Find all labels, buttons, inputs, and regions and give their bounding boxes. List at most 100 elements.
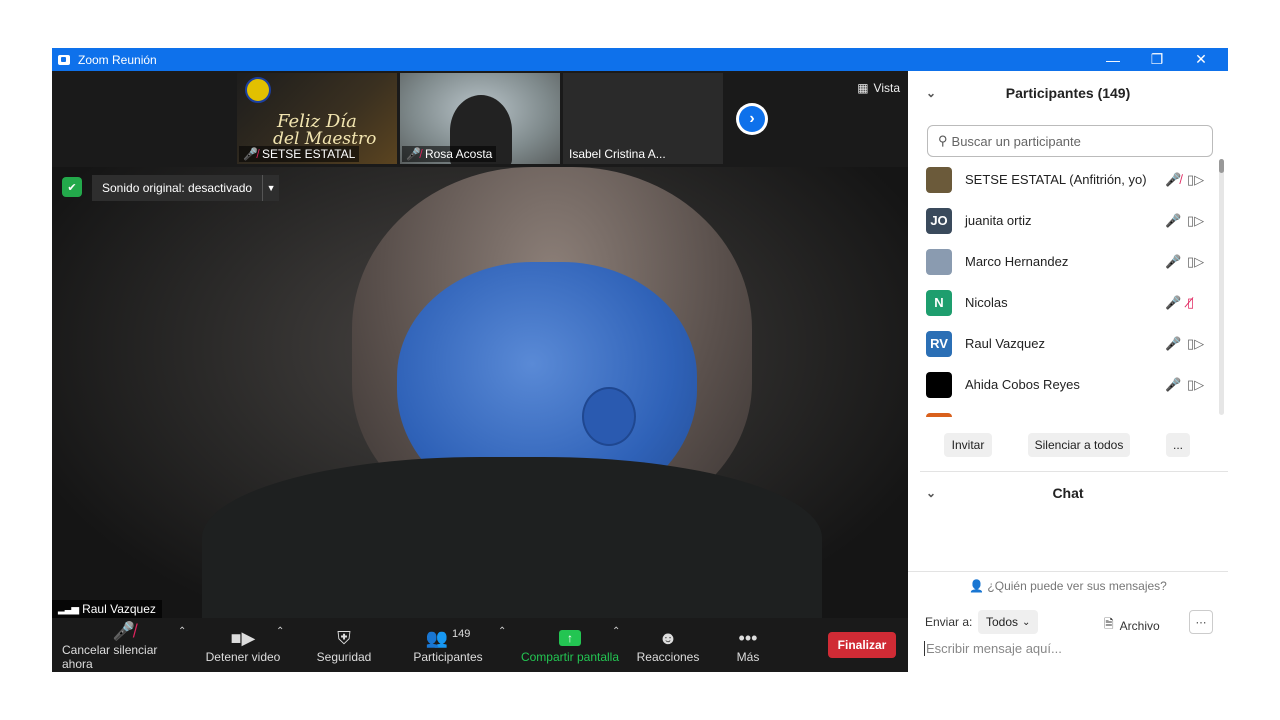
video-options-caret[interactable]: ⌃ [276,626,284,637]
video-camera-icon[interactable]: ▯▷ [1187,172,1204,188]
chevron-down-icon[interactable]: ▼ [262,175,279,201]
chat-header: ⌄ Chat [908,471,1228,515]
participant-row[interactable]: JO juanita ortiz 🎤 ▯▷ [908,200,1218,241]
thumbnail-rosa-acosta[interactable]: 🎤̸ Rosa Acosta [400,73,560,164]
participants-icon: 👥 149 [425,627,471,648]
end-meeting-button[interactable]: Finalizar [828,632,896,658]
smiley-plus-icon: ☻ [658,627,678,648]
zoom-app-icon [58,54,70,65]
mic-icon[interactable]: 🎤 [1165,254,1181,270]
participants-options-caret[interactable]: ⌃ [498,626,506,637]
unmute-button[interactable]: 🎤̸ Cancelar silenciar ahora [62,618,186,672]
mic-muted-icon: 🎤̸ [112,620,136,641]
mute-options-caret[interactable]: ⌃ [178,626,186,637]
avatar [926,371,952,398]
speaker-body [202,457,822,618]
participants-title: Participantes (149) [1005,85,1131,101]
mic-muted-icon: 🎤̸ [406,147,421,161]
signal-bars-icon: ▂▃▅ [58,603,79,615]
share-screen-icon: ↑ [559,626,581,650]
participant-search-input[interactable]: ⚲ Buscar un participante [927,125,1213,157]
reactions-button[interactable]: ☻ Reacciones [636,618,700,672]
video-camera-icon[interactable]: ▯▷ [1187,213,1204,229]
person-info-icon: 👤 [969,579,985,593]
thumbnail-name: 🎤̸ Rosa Acosta [402,146,497,162]
avatar [926,412,952,417]
thumbnail-setse[interactable]: Feliz Día del Maestro 🎤̸ SETSE ESTATAL [237,73,397,164]
participant-row[interactable]: RV Raul Vazquez 🎤 ▯▷ [908,323,1218,364]
mic-icon[interactable]: 🎤 [1165,336,1181,352]
original-sound-toggle[interactable]: Sonido original: desactivado ▼ [92,175,280,201]
title-bar: Zoom Reunión — ❐ ✕ [52,48,1228,71]
mic-muted-icon[interactable]: 🎤̸ [1165,172,1181,188]
file-icon: 🗎 [1104,617,1114,631]
meeting-toolbar: 🎤̸ Cancelar silenciar ahora ⌃ ■▶ Detener… [52,618,908,672]
video-camera-icon: ■▶ [230,627,256,648]
side-panel: ⌄ Participantes (149) ⚲ Buscar un partic… [908,71,1228,672]
participant-row[interactable]: N Nicolas 🎤 ▯̸ [908,282,1218,323]
next-page-button[interactable]: › [736,103,768,135]
file-button[interactable]: 🗎 Archivo [1104,615,1160,636]
participant-list: SETSE ESTATAL (Anfitrión, yo) 🎤̸ ▯▷ JO j… [908,159,1218,417]
participant-row[interactable]: Marco Hernandez 🎤 ▯▷ [908,241,1218,282]
participants-header: ⌄ Participantes (149) [908,71,1228,115]
who-can-see-link[interactable]: 👤 ¿Quién puede ver sus mensajes? [908,579,1228,593]
participants-button[interactable]: 👥 149 Participantes [410,618,486,672]
avatar [926,166,952,193]
share-screen-button[interactable]: ↑ Compartir pantalla [520,618,620,672]
video-off-icon[interactable]: ▯̸ [1187,295,1194,311]
mask-valve [582,387,636,446]
share-options-caret[interactable]: ⌃ [612,626,620,637]
more-options-button[interactable]: ... [1166,433,1190,457]
window-title: Zoom Reunión [78,52,157,67]
chat-divider [908,571,1228,572]
security-shield-icon: ✔ [62,177,82,197]
chevron-down-icon: ⌄ [1022,616,1031,628]
chevron-down-icon[interactable]: ⌄ [926,86,936,100]
avatar: RV [926,330,952,357]
mic-icon[interactable]: 🎤 [1165,213,1181,229]
security-button[interactable]: ⛨ Seguridad [310,618,378,672]
view-button[interactable]: ▦ Vista [857,81,900,95]
send-to-label: Enviar a: [925,615,973,629]
zoom-window: Zoom Reunión — ❐ ✕ Feliz Día del Maestro… [52,48,1228,672]
minimize-button[interactable]: — [1090,48,1136,71]
avatar: JO [926,207,952,234]
more-button[interactable]: ••• Más [728,618,768,672]
participant-row[interactable]: SETSE ESTATAL (Anfitrión, yo) 🎤̸ ▯▷ [908,159,1218,200]
video-camera-icon[interactable]: ▯▷ [1187,336,1204,352]
speaker-name-tag: ▂▃▅ Raul Vazquez [52,600,162,618]
participant-row[interactable]: Ahida Cobos Reyes 🎤 ▯▷ [908,364,1218,405]
thumbnail-name: 🎤̸ SETSE ESTATAL [239,146,360,162]
mic-icon[interactable]: 🎤 [1165,377,1181,393]
close-button[interactable]: ✕ [1178,48,1224,71]
restore-button[interactable]: ❐ [1134,48,1180,71]
gallery-strip: Feliz Día del Maestro 🎤̸ SETSE ESTATAL 🎤… [52,71,908,167]
thumbnail-isabel[interactable]: Isabel Cristina A... [563,73,723,164]
chat-message-input[interactable]: Escribir mensaje aquí... [924,641,1062,656]
avatar [926,248,952,275]
chat-title: Chat [1052,485,1084,501]
stop-video-button[interactable]: ■▶ Detener video [200,618,286,672]
video-camera-icon[interactable]: ▯▷ [1187,254,1204,270]
active-speaker-video: ✔ Sonido original: desactivado ▼ ▂▃▅ Rau… [52,167,908,618]
video-camera-icon[interactable]: ▯▷ [1187,377,1204,393]
shield-icon: ⛨ [337,627,351,648]
avatar: N [926,289,952,316]
participant-row[interactable] [908,405,1218,417]
mute-all-button[interactable]: Silenciar a todos [1028,433,1130,457]
meeting-stage: Feliz Día del Maestro 🎤̸ SETSE ESTATAL 🎤… [52,71,908,672]
mic-muted-icon: 🎤̸ [243,147,258,161]
participant-list-scrollbar[interactable] [1219,159,1224,415]
invite-button[interactable]: Invitar [944,433,992,457]
mic-icon[interactable]: 🎤 [1165,295,1181,311]
chevron-right-icon: › [739,106,765,132]
ellipsis-icon: ••• [738,627,758,648]
recipient-dropdown[interactable]: Todos ⌄ [978,610,1039,634]
chevron-down-icon[interactable]: ⌄ [926,486,936,500]
chat-more-button[interactable]: ⋯ [1189,610,1213,634]
school-logo [245,77,271,103]
thumbnail-name: Isabel Cristina A... [569,147,666,161]
grid-icon: ▦ [857,81,869,95]
search-icon: ⚲ [938,133,948,148]
